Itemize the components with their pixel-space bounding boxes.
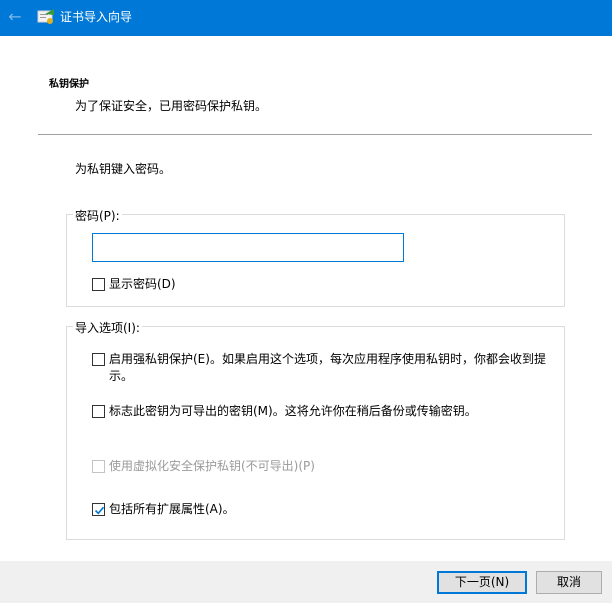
password-prompt: 为私钥键入密码。	[75, 162, 172, 176]
cancel-button[interactable]: 取消	[536, 571, 602, 594]
password-group-legend: 密码(P):	[73, 207, 122, 224]
checkmark-icon	[94, 506, 105, 515]
window-title: 证书导入向导	[60, 10, 133, 24]
next-button[interactable]: 下一页(N)	[437, 571, 527, 594]
extended-properties-option[interactable]: 包括所有扩展属性(A)。	[92, 501, 235, 518]
header-divider	[38, 134, 592, 135]
page-title: 私钥保护	[49, 79, 89, 90]
exportable-key-checkbox[interactable]	[92, 405, 105, 418]
title-bar: ← 证书导入向导	[0, 0, 612, 36]
show-password-row[interactable]: 显示密码(D)	[92, 276, 176, 293]
strong-protection-label-line2: 示。	[109, 369, 134, 383]
page-subtitle: 为了保证安全，已用密码保护私钥。	[75, 99, 268, 113]
virtualization-protection-label: 使用虚拟化安全保护私钥(不可导出)(P)	[109, 459, 315, 473]
strong-protection-option[interactable]: 启用强私钥保护(E)。如果启用这个选项，每次应用程序使用私钥时，你都会收到提 示…	[92, 351, 552, 385]
certificate-icon	[37, 9, 54, 24]
back-arrow-icon[interactable]: ←	[2, 4, 28, 30]
extended-properties-label: 包括所有扩展属性(A)。	[109, 502, 235, 516]
strong-protection-label-line1: 启用强私钥保护(E)。如果启用这个选项，每次应用程序使用私钥时，你都会收到提	[109, 352, 546, 366]
strong-protection-checkbox[interactable]	[92, 353, 105, 366]
import-options-legend: 导入选项(I):	[73, 319, 142, 336]
exportable-key-option[interactable]: 标志此密钥为可导出的密钥(M)。这将允许你在稍后备份或传输密钥。	[92, 403, 477, 420]
password-input[interactable]	[92, 233, 404, 262]
virtualization-protection-checkbox	[92, 460, 105, 473]
strong-protection-label: 启用强私钥保护(E)。如果启用这个选项，每次应用程序使用私钥时，你都会收到提 示…	[109, 351, 546, 385]
exportable-key-label: 标志此密钥为可导出的密钥(M)。这将允许你在稍后备份或传输密钥。	[109, 404, 477, 418]
show-password-label: 显示密码(D)	[109, 277, 176, 291]
virtualization-protection-option: 使用虚拟化安全保护私钥(不可导出)(P)	[92, 458, 315, 475]
extended-properties-checkbox[interactable]	[92, 503, 105, 516]
show-password-checkbox[interactable]	[92, 278, 105, 291]
